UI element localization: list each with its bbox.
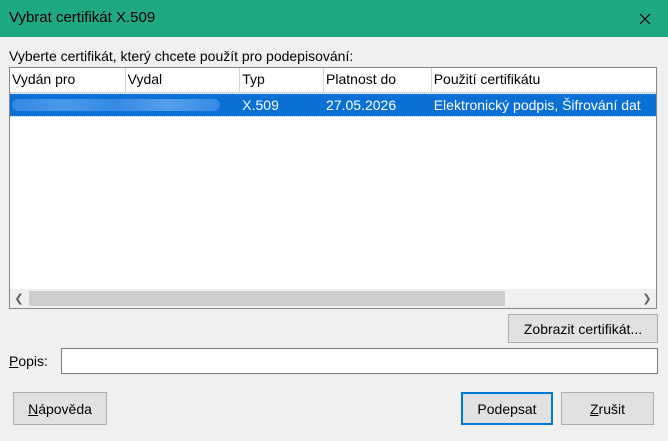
cell-expires: 27.05.2026 xyxy=(326,97,397,113)
column-header-issuer[interactable]: Vydal xyxy=(126,68,241,92)
horizontal-scrollbar[interactable]: ❮ ❯ xyxy=(10,289,656,308)
close-button[interactable] xyxy=(622,0,668,37)
cell-issued-to-issuer-redacted xyxy=(10,94,240,116)
column-header-issued-to[interactable]: Vydán pro xyxy=(10,68,126,92)
cell-type: X.509 xyxy=(242,97,279,113)
view-certificate-button[interactable]: Zobrazit certifikát... xyxy=(508,314,658,343)
chevron-left-icon: ❮ xyxy=(14,293,24,305)
column-header-expires[interactable]: Platnost do xyxy=(324,68,432,92)
cancel-button[interactable]: Zrušit xyxy=(561,392,654,425)
help-button-label: Nápověda xyxy=(28,400,92,417)
instruction-label: Vyberte certifikát, který chcete použít … xyxy=(9,48,354,64)
description-label: Popis: xyxy=(9,353,48,369)
column-header-type[interactable]: Typ xyxy=(240,68,325,92)
sign-button[interactable]: Podepsat xyxy=(461,392,553,425)
column-header-usage[interactable]: Použití certifikátu xyxy=(432,68,656,92)
table-header: Vydán pro Vydal Typ Platnost do Použití … xyxy=(10,68,656,93)
cell-usage: Elektronický podpis, Šifrování dat xyxy=(433,97,641,113)
title-bar: Vybrat certifikát X.509 xyxy=(0,0,668,37)
certificate-table[interactable]: Vydán pro Vydal Typ Platnost do Použití … xyxy=(9,67,657,309)
redacted-text xyxy=(12,99,220,111)
scrollbar-thumb[interactable] xyxy=(29,291,505,306)
chevron-right-icon: ❯ xyxy=(642,293,652,305)
table-row[interactable]: X.509 27.05.2026 Elektronický podpis, Ši… xyxy=(10,93,656,117)
description-input[interactable] xyxy=(61,348,658,374)
cancel-button-label: Zrušit xyxy=(589,400,625,417)
scroll-right-button[interactable]: ❯ xyxy=(638,289,656,308)
help-button[interactable]: Nápověda xyxy=(13,392,107,425)
close-icon xyxy=(639,13,651,24)
window-title: Vybrat certifikát X.509 xyxy=(9,9,156,26)
scroll-left-button[interactable]: ❮ xyxy=(10,289,28,308)
